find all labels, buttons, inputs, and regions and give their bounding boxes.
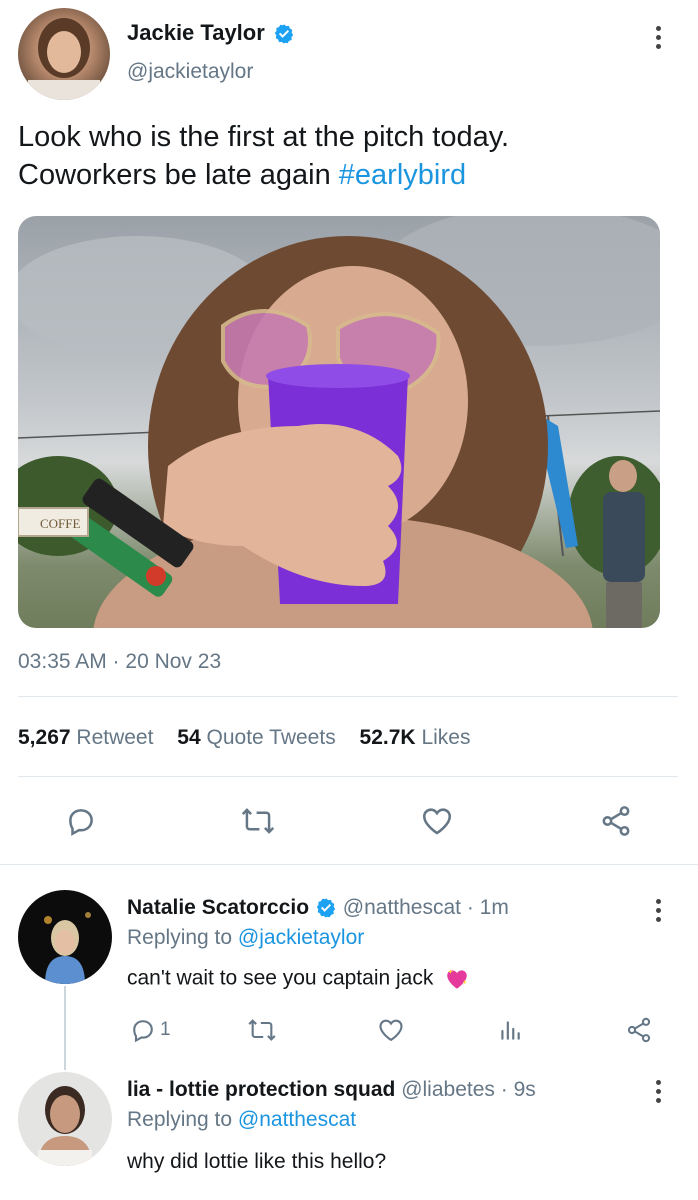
- reply-icon: [133, 1020, 153, 1043]
- reply-author-name[interactable]: lia - lottie protection squad: [127, 1078, 395, 1101]
- tweet-text-line2: Coworkers be late again: [18, 159, 339, 191]
- reply-time[interactable]: · 1m: [467, 896, 509, 919]
- reply-author-handle[interactable]: @natthescat: [343, 896, 461, 919]
- stats-row: 5,267 Retweet 54 Quote Tweets 52.7K Like…: [18, 726, 470, 750]
- reply-button[interactable]: 1: [128, 1016, 171, 1044]
- quote-count: 54: [177, 726, 201, 749]
- like-button[interactable]: [376, 1016, 406, 1044]
- heart-icon: [379, 1019, 403, 1042]
- heart-icon: [422, 808, 452, 835]
- reply-avatar[interactable]: [18, 890, 112, 984]
- replying-to-label: Replying to: [127, 1108, 238, 1131]
- analytics-button[interactable]: [497, 1016, 523, 1044]
- reply-count: 1: [160, 1019, 171, 1040]
- divider: [18, 776, 678, 777]
- author-name[interactable]: Jackie Taylor: [127, 20, 265, 45]
- author-handle[interactable]: @jackietaylor: [127, 60, 253, 84]
- retweet-icon: [248, 1019, 276, 1041]
- more-options-icon[interactable]: [654, 899, 662, 922]
- photo-sign-text: COFFE: [40, 516, 81, 531]
- retweet-icon: [241, 808, 275, 834]
- reply-button[interactable]: [64, 804, 98, 838]
- like-stat[interactable]: 52.7K Likes: [360, 726, 471, 749]
- reply-icon: [69, 809, 93, 836]
- like-count: 52.7K: [359, 726, 416, 749]
- more-options-icon[interactable]: [654, 26, 662, 49]
- like-button[interactable]: [419, 804, 455, 838]
- replying-to-handle[interactable]: @natthescat: [238, 1108, 356, 1131]
- replying-to-handle[interactable]: @jackietaylor: [238, 926, 364, 949]
- quote-stat[interactable]: 54 Quote Tweets: [177, 726, 341, 749]
- hashtag-link[interactable]: #earlybird: [339, 159, 466, 191]
- reply-author-name[interactable]: Natalie Scatorccio: [127, 896, 309, 919]
- tweet-text-line1: Look who is the first at the pitch today…: [18, 121, 510, 153]
- reply-avatar[interactable]: [18, 1072, 112, 1166]
- reply-text: why did lottie like this hello?: [127, 1150, 387, 1173]
- thread-connector-line: [64, 986, 66, 1070]
- tweet-photo[interactable]: COFFE: [18, 216, 660, 628]
- share-icon: [602, 806, 630, 836]
- reply-time[interactable]: · 9s: [501, 1078, 536, 1101]
- like-label: Likes: [421, 726, 471, 749]
- retweet-count: 5,267: [18, 726, 71, 749]
- tweet-timestamp[interactable]: 03:35 AM · 20 Nov 23: [18, 650, 221, 674]
- analytics-icon: [501, 1021, 520, 1040]
- replying-to-label: Replying to: [127, 926, 238, 949]
- divider: [0, 864, 698, 865]
- verified-badge-icon: [274, 24, 294, 44]
- retweet-button[interactable]: [240, 804, 276, 838]
- verified-badge-icon: [316, 898, 336, 919]
- retweet-label: Retweet: [76, 726, 154, 749]
- retweet-button[interactable]: [246, 1016, 278, 1044]
- photo-illustration: [18, 216, 660, 628]
- share-button[interactable]: [598, 804, 634, 838]
- reply-text: can't wait to see you captain jack: [127, 966, 434, 990]
- share-button[interactable]: [624, 1016, 654, 1044]
- quote-label: Quote Tweets: [206, 726, 336, 749]
- more-options-icon[interactable]: [654, 1080, 662, 1103]
- sparkling-heart-icon: [447, 969, 467, 989]
- divider: [18, 696, 678, 697]
- author-avatar[interactable]: [18, 8, 110, 100]
- tweet-text: Look who is the first at the pitch today…: [18, 118, 678, 194]
- share-icon: [627, 1017, 651, 1043]
- retweet-stat[interactable]: 5,267 Retweet: [18, 726, 159, 749]
- reply-author-handle[interactable]: @liabetes: [401, 1078, 495, 1101]
